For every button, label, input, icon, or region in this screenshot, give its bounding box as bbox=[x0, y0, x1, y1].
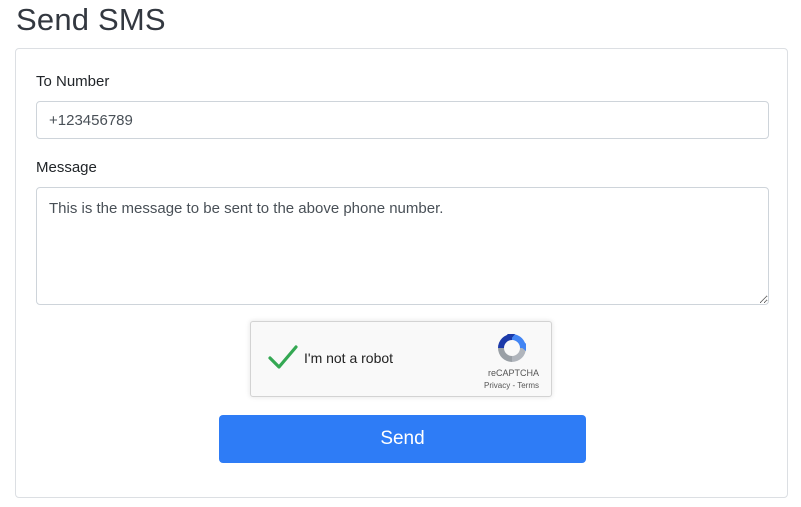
recaptcha-logo-icon bbox=[498, 334, 526, 362]
recaptcha-privacy-link[interactable]: Privacy bbox=[484, 381, 510, 390]
page: Send SMS To Number Message This is the m… bbox=[0, 0, 801, 507]
recaptcha-brand: reCAPTCHA bbox=[487, 368, 539, 378]
to-number-label: To Number bbox=[36, 73, 110, 90]
message-textarea[interactable]: This is the message to be sent to the ab… bbox=[36, 187, 769, 305]
to-number-input[interactable] bbox=[36, 101, 769, 139]
recaptcha-widget: I'm not a robot reCAPTCHA Privacy - Term… bbox=[250, 321, 552, 397]
page-title: Send SMS bbox=[16, 2, 166, 37]
recaptcha-terms-link[interactable]: Terms bbox=[517, 381, 539, 390]
sms-form-card: To Number Message This is the message to… bbox=[15, 48, 788, 498]
recaptcha-label: I'm not a robot bbox=[304, 350, 394, 366]
recaptcha-links: Privacy - Terms bbox=[484, 381, 539, 390]
send-button[interactable]: Send bbox=[219, 415, 586, 463]
message-label: Message bbox=[36, 159, 97, 176]
